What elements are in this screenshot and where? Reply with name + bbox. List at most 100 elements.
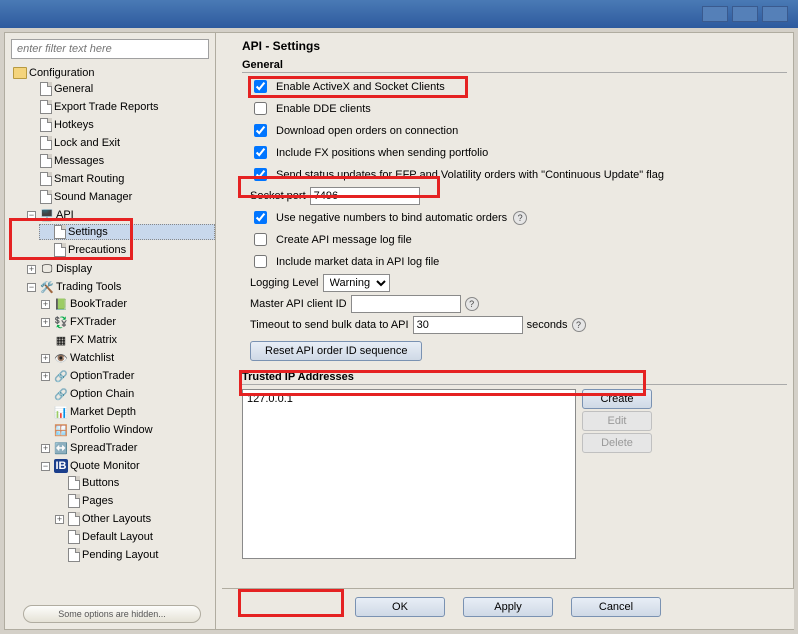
content-pane: API - Settings General Enable ActiveX an… [222,32,794,630]
tree-item-spread[interactable]: +↔️SpreadTrader [39,440,215,456]
chk-createlog[interactable] [254,233,267,246]
tree-item-general[interactable]: General [25,81,215,97]
tree-item-precautions[interactable]: Precautions [39,242,215,258]
chk-label: Include FX positions when sending portfo… [276,147,488,159]
expand-icon[interactable]: + [41,372,50,381]
help-icon[interactable]: ? [572,318,586,332]
tree-label: Settings [68,226,108,238]
label-socket-port: Socket port [250,190,306,202]
chk-label: Include market data in API log file [276,256,439,268]
fxmatrix-icon: ▦ [54,333,68,347]
tree-label: Precautions [68,244,126,256]
optiontrader-icon: 🔗 [54,369,68,383]
expand-icon[interactable]: + [27,265,36,274]
tree-item-api[interactable]: −🖥️API [25,207,215,223]
delete-button[interactable]: Delete [582,433,652,453]
tree-item-export[interactable]: Export Trade Reports [25,99,215,115]
tree-item-smart[interactable]: Smart Routing [25,171,215,187]
titlebar [0,0,798,28]
page-icon [40,100,52,114]
collapse-icon[interactable]: − [27,211,36,220]
label-timeout: Timeout to send bulk data to API [250,319,409,331]
hidden-options-bar[interactable]: Some options are hidden... [23,605,201,623]
chk-activex[interactable] [254,80,267,93]
ip-entry[interactable]: 127.0.0.1 [247,392,571,406]
help-icon[interactable]: ? [513,211,527,225]
tree-label: FXTrader [70,316,116,328]
page-icon [68,512,80,526]
expand-icon[interactable]: + [41,354,50,363]
window-controls [702,6,792,22]
tree-root-configuration[interactable]: Configuration [11,66,215,80]
tree-item-trading[interactable]: −🛠️Trading Tools [25,279,215,295]
collapse-icon[interactable]: − [27,283,36,292]
close-button[interactable] [762,6,788,22]
tree-item-otherlayouts[interactable]: +Other Layouts [53,511,215,527]
expand-icon[interactable]: + [41,444,50,453]
page-icon [40,118,52,132]
chk-label: Create API message log file [276,234,412,246]
api-icon: 🖥️ [40,208,54,222]
tree-item-pendinglayout[interactable]: Pending Layout [53,547,215,563]
page-icon [68,476,80,490]
select-logging-level[interactable]: Warning [323,274,390,292]
tree-item-buttons[interactable]: Buttons [53,475,215,491]
apply-button[interactable]: Apply [463,597,553,617]
tree-item-fxmatrix[interactable]: ▦FX Matrix [39,332,215,348]
chk-mktdata[interactable] [254,255,267,268]
filter-input[interactable] [11,39,209,59]
cancel-button[interactable]: Cancel [571,597,661,617]
input-timeout[interactable] [413,316,523,334]
create-button[interactable]: Create [582,389,652,409]
page-icon [40,190,52,204]
tree-item-optionchain[interactable]: 🔗Option Chain [39,386,215,402]
tree-item-hotkeys[interactable]: Hotkeys [25,117,215,133]
chk-label: Download open orders on connection [276,125,458,137]
tree-item-pages[interactable]: Pages [53,493,215,509]
chk-download[interactable] [254,124,267,137]
expand-icon[interactable]: + [55,515,64,524]
label-logging-level: Logging Level [250,277,319,289]
chk-efp[interactable] [254,168,267,181]
sidebar: Configuration General Export Trade Repor… [4,32,216,630]
tree-item-messages[interactable]: Messages [25,153,215,169]
edit-button[interactable]: Edit [582,411,652,431]
page-icon [68,530,80,544]
tree-item-booktrader[interactable]: +📗BookTrader [39,296,215,312]
tree-item-portfolio[interactable]: 🪟Portfolio Window [39,422,215,438]
tree-label: Display [56,263,92,275]
input-master-id[interactable] [351,295,461,313]
tree-item-settings[interactable]: Settings [39,224,215,240]
maximize-button[interactable] [732,6,758,22]
chk-fx[interactable] [254,146,267,159]
config-tree[interactable]: Configuration General Export Trade Repor… [9,65,215,601]
watchlist-icon: 👁️ [54,351,68,365]
tree-item-defaultlayout[interactable]: Default Layout [53,529,215,545]
page-icon [68,548,80,562]
collapse-icon[interactable]: − [41,462,50,471]
expand-icon[interactable]: + [41,300,50,309]
section-trusted: Trusted IP Addresses [242,371,787,385]
reset-sequence-button[interactable]: Reset API order ID sequence [250,341,422,361]
page-icon [68,494,80,508]
help-icon[interactable]: ? [465,297,479,311]
tree-item-marketdepth[interactable]: 📊Market Depth [39,404,215,420]
tree-label: Option Chain [70,388,134,400]
tree-item-lock[interactable]: Lock and Exit [25,135,215,151]
tree-item-display[interactable]: +🖵Display [25,261,215,277]
tree-item-optiontrader[interactable]: +🔗OptionTrader [39,368,215,384]
tree-item-sound[interactable]: Sound Manager [25,189,215,205]
tree-item-quotemonitor[interactable]: −IBQuote Monitor [39,458,215,474]
minimize-button[interactable] [702,6,728,22]
chk-neg[interactable] [254,211,267,224]
expand-icon[interactable]: + [41,318,50,327]
ib-icon: IB [54,459,68,473]
tree-label: SpreadTrader [70,442,137,454]
tree-item-fxtrader[interactable]: +💱FXTrader [39,314,215,330]
ip-list[interactable]: 127.0.0.1 [242,389,576,559]
chk-dde[interactable] [254,102,267,115]
page-icon [40,154,52,168]
ok-button[interactable]: OK [355,597,445,617]
tree-item-watchlist[interactable]: +👁️Watchlist [39,350,215,366]
input-socket-port[interactable] [310,187,420,205]
